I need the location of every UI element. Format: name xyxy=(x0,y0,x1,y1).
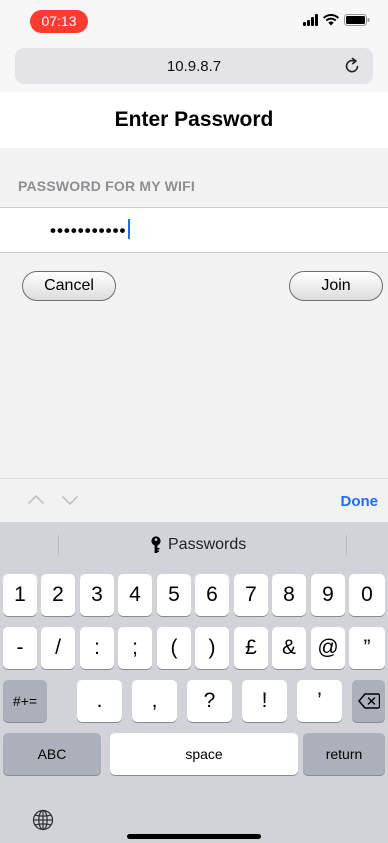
key-3[interactable]: 3 xyxy=(80,574,114,616)
passwords-label: Passwords xyxy=(168,536,247,553)
status-time: 07:13 xyxy=(30,10,88,33)
status-icons xyxy=(303,14,370,26)
wifi-icon xyxy=(323,14,339,26)
key-slash[interactable]: / xyxy=(41,627,75,669)
space-key[interactable]: space xyxy=(110,733,298,775)
join-button[interactable]: Join xyxy=(289,271,383,301)
key-at[interactable]: @ xyxy=(311,627,345,669)
url-text: 10.9.8.7 xyxy=(166,58,222,75)
url-field[interactable]: 10.9.8.7 xyxy=(15,48,373,84)
title-bar: Enter Password xyxy=(0,92,388,148)
keyboard: Passwords 1 2 3 4 5 6 7 8 9 0 - / : ; ( … xyxy=(0,522,388,843)
key-8[interactable]: 8 xyxy=(272,574,306,616)
key-question[interactable]: ? xyxy=(187,680,232,722)
delete-icon xyxy=(357,693,380,709)
more-symbols-key[interactable]: #+= xyxy=(3,680,47,722)
key-period[interactable]: . xyxy=(77,680,122,722)
delete-key[interactable] xyxy=(352,680,385,722)
key-5[interactable]: 5 xyxy=(157,574,191,616)
page-content: Enter Password PASSWORD FOR MY WIFI ••••… xyxy=(0,92,388,478)
key-0[interactable]: 0 xyxy=(349,574,385,616)
key-7[interactable]: 7 xyxy=(234,574,268,616)
done-button[interactable]: Done xyxy=(341,493,379,510)
return-key[interactable]: return xyxy=(303,733,385,775)
abc-key[interactable]: ABC xyxy=(3,733,101,775)
suggestion-divider xyxy=(346,535,347,555)
text-caret xyxy=(128,219,131,239)
chevron-down-icon[interactable] xyxy=(61,491,79,509)
suggestion-divider xyxy=(58,535,59,555)
key-comma[interactable]: , xyxy=(132,680,177,722)
password-field[interactable]: ••••••••••• xyxy=(0,207,388,253)
battery-icon xyxy=(344,14,370,26)
section-label: PASSWORD FOR MY WIFI xyxy=(18,178,195,194)
key-4[interactable]: 4 xyxy=(118,574,152,616)
key-pound[interactable]: £ xyxy=(234,627,268,669)
status-bar: 07:13 xyxy=(0,0,388,44)
key-1[interactable]: 1 xyxy=(3,574,37,616)
key-apostrophe[interactable]: ’ xyxy=(297,680,342,722)
key-icon xyxy=(151,536,161,553)
cancel-button[interactable]: Cancel xyxy=(22,271,116,301)
key-quote[interactable]: ” xyxy=(349,627,385,669)
key-hyphen[interactable]: - xyxy=(3,627,37,669)
passwords-suggestion[interactable]: Passwords xyxy=(150,536,246,554)
key-semicolon[interactable]: ; xyxy=(118,627,152,669)
home-indicator xyxy=(127,834,261,839)
key-colon[interactable]: : xyxy=(80,627,114,669)
key-ampersand[interactable]: & xyxy=(272,627,306,669)
password-value: ••••••••••• xyxy=(50,219,131,241)
chevron-up-icon[interactable] xyxy=(27,491,45,509)
browser-bar: 10.9.8.7 xyxy=(0,44,388,92)
key-close-paren[interactable]: ) xyxy=(195,627,229,669)
key-2[interactable]: 2 xyxy=(41,574,75,616)
key-open-paren[interactable]: ( xyxy=(157,627,191,669)
page-title: Enter Password xyxy=(114,108,274,131)
reload-icon[interactable] xyxy=(343,57,361,75)
key-exclamation[interactable]: ! xyxy=(242,680,287,722)
keyboard-accessory-bar: Done xyxy=(0,478,388,522)
suggestion-bar: Passwords xyxy=(0,522,388,568)
key-9[interactable]: 9 xyxy=(311,574,345,616)
globe-icon[interactable] xyxy=(32,809,54,831)
signal-icon xyxy=(303,14,318,26)
key-6[interactable]: 6 xyxy=(195,574,229,616)
